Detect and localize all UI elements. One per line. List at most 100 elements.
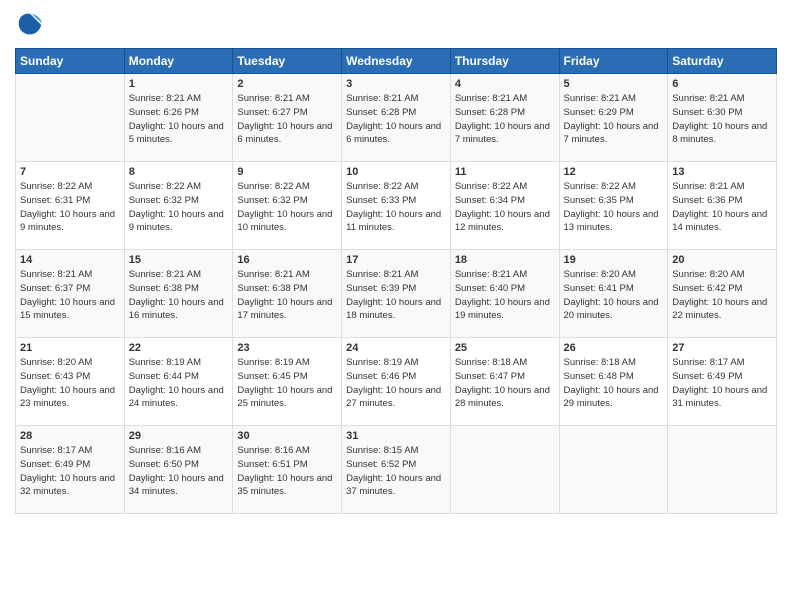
daylight: Daylight: 10 hours and 6 minutes. bbox=[237, 121, 332, 146]
day-info: Sunrise: 8:22 AMSunset: 6:35 PMDaylight:… bbox=[564, 180, 664, 235]
day-info: Sunrise: 8:19 AM Sunset: 6:45 PM Daylight:… bbox=[237, 356, 337, 411]
daylight: Daylight: 10 hours and 20 minutes. bbox=[564, 297, 659, 322]
day-number: 6 bbox=[672, 78, 772, 90]
day-info: Sunrise: 8:21 AMSunset: 6:40 PMDaylight:… bbox=[455, 268, 555, 323]
daylight: Daylight: 10 hours and 9 minutes. bbox=[129, 209, 224, 234]
day-number: 12 bbox=[564, 166, 664, 178]
day-number: 28 bbox=[20, 430, 120, 442]
weekday-header-row: SundayMondayTuesdayWednesdayThursdayFrid… bbox=[16, 49, 777, 74]
sunrise: Sunrise: 8:22 AM bbox=[129, 181, 201, 192]
day-info: Sunrise: 8:20 AMSunset: 6:41 PMDaylight:… bbox=[564, 268, 664, 323]
daylight: Daylight: 10 hours and 25 minutes. bbox=[237, 385, 332, 410]
sunset: Sunset: 6:36 PM bbox=[672, 195, 742, 206]
sunrise: Sunrise: 8:21 AM bbox=[237, 269, 309, 280]
sunset: Sunset: 6:32 PM bbox=[129, 195, 199, 206]
sunset: Sunset: 6:47 PM bbox=[455, 371, 525, 382]
day-number: 16 bbox=[237, 254, 337, 266]
sunset: Sunset: 6:45 PM bbox=[237, 371, 307, 382]
day-info: Sunrise: 8:16 AMSunset: 6:50 PMDaylight:… bbox=[129, 444, 229, 499]
day-info: Sunrise: 8:18 AMSunset: 6:47 PMDaylight:… bbox=[455, 356, 555, 411]
day-info: Sunrise: 8:21 AMSunset: 6:30 PMDaylight:… bbox=[672, 92, 772, 147]
sunrise: Sunrise: 8:22 AM bbox=[20, 181, 92, 192]
weekday-header-friday: Friday bbox=[559, 49, 668, 74]
calendar-cell: 6 Sunrise: 8:21 AMSunset: 6:30 PMDaylight… bbox=[668, 74, 777, 162]
weekday-header-monday: Monday bbox=[124, 49, 233, 74]
sunset: Sunset: 6:48 PM bbox=[564, 371, 634, 382]
sunrise: Sunrise: 8:16 AM bbox=[237, 445, 309, 456]
calendar-cell: 29Sunrise: 8:16 AMSunset: 6:50 PMDayligh… bbox=[124, 426, 233, 514]
sunrise: Sunrise: 8:20 AM bbox=[20, 357, 92, 368]
day-info: Sunrise: 8:17 AMSunset: 6:49 PMDaylight:… bbox=[20, 444, 120, 499]
sunrise: Sunrise: 8:19 AM bbox=[346, 357, 418, 368]
calendar-cell: 18Sunrise: 8:21 AMSunset: 6:40 PMDayligh… bbox=[450, 250, 559, 338]
calendar-cell: 14 Sunrise: 8:21 AMSunset: 6:37 PMDayligh… bbox=[16, 250, 125, 338]
daylight: Daylight: 10 hours and 7 minutes. bbox=[455, 121, 550, 146]
calendar-cell: 28 Sunrise: 8:17 AMSunset: 6:49 PMDayligh… bbox=[16, 426, 125, 514]
day-number: 23 bbox=[237, 342, 337, 354]
sunrise: Sunrise: 8:21 AM bbox=[129, 93, 201, 104]
sunset: Sunset: 6:37 PM bbox=[20, 283, 90, 294]
sunset: Sunset: 6:46 PM bbox=[346, 371, 416, 382]
calendar-week-row: 1 Sunrise: 8:21 AM Sunset: 6:26 PM Daylight… bbox=[16, 74, 777, 162]
sunrise: Sunrise: 8:17 AM bbox=[672, 357, 744, 368]
day-info: Sunrise: 8:21 AMSunset: 6:38 PMDaylight:… bbox=[237, 268, 337, 323]
day-info: Sunrise: 8:22 AMSunset: 6:32 PMDaylight:… bbox=[237, 180, 337, 235]
sunrise: Sunrise: 8:21 AM bbox=[129, 269, 201, 280]
sunset: Sunset: 6:29 PM bbox=[564, 107, 634, 118]
daylight: Daylight: 10 hours and 10 minutes. bbox=[237, 209, 332, 234]
calendar-cell: 20Sunrise: 8:20 AMSunset: 6:42 PMDayligh… bbox=[668, 250, 777, 338]
sunset: Sunset: 6:52 PM bbox=[346, 459, 416, 470]
day-info: Sunrise: 8:21 AMSunset: 6:28 PMDaylight:… bbox=[455, 92, 555, 147]
day-number: 14 bbox=[20, 254, 120, 266]
calendar-cell: 23 Sunrise: 8:19 AM Sunset: 6:45 PM Dayligh… bbox=[233, 338, 342, 426]
weekday-header-saturday: Saturday bbox=[668, 49, 777, 74]
day-info: Sunrise: 8:19 AMSunset: 6:44 PMDaylight:… bbox=[129, 356, 229, 411]
day-number: 31 bbox=[346, 430, 446, 442]
day-number: 5 bbox=[564, 78, 664, 90]
page-container: SundayMondayTuesdayWednesdayThursdayFrid… bbox=[0, 0, 792, 524]
daylight: Daylight: 10 hours and 17 minutes. bbox=[237, 297, 332, 322]
day-info: Sunrise: 8:16 AMSunset: 6:51 PMDaylight:… bbox=[237, 444, 337, 499]
day-info: Sunrise: 8:21 AMSunset: 6:37 PMDaylight:… bbox=[20, 268, 120, 323]
daylight: Daylight: 10 hours and 11 minutes. bbox=[346, 209, 441, 234]
sunrise: Sunrise: 8:22 AM bbox=[346, 181, 418, 192]
logo bbox=[15, 10, 49, 40]
sunrise: Sunrise: 8:21 AM bbox=[346, 269, 418, 280]
day-number: 13 bbox=[672, 166, 772, 178]
calendar-cell: 7Sunrise: 8:22 AMSunset: 6:31 PMDaylight… bbox=[16, 162, 125, 250]
sunset: Sunset: 6:39 PM bbox=[346, 283, 416, 294]
day-number: 10 bbox=[346, 166, 446, 178]
calendar-cell: 24Sunrise: 8:19 AMSunset: 6:46 PMDayligh… bbox=[342, 338, 451, 426]
daylight: Daylight: 10 hours and 18 minutes. bbox=[346, 297, 441, 322]
day-number: 11 bbox=[455, 166, 555, 178]
daylight: Daylight: 10 hours and 15 minutes. bbox=[20, 297, 115, 322]
sunrise: Sunrise: 8:21 AM bbox=[346, 93, 418, 104]
sunset: Sunset: 6:49 PM bbox=[20, 459, 90, 470]
day-info: Sunrise: 8:15 AMSunset: 6:52 PMDaylight:… bbox=[346, 444, 446, 499]
day-number: 7 bbox=[20, 166, 120, 178]
calendar-cell: 8Sunrise: 8:22 AMSunset: 6:32 PMDaylight… bbox=[124, 162, 233, 250]
day-info: Sunrise: 8:19 AMSunset: 6:46 PMDaylight:… bbox=[346, 356, 446, 411]
day-info: Sunrise: 8:21 AM Sunset: 6:39 PM Daylight:… bbox=[346, 268, 446, 323]
calendar-cell: 31 Sunrise: 8:15 AMSunset: 6:52 PMDayligh… bbox=[342, 426, 451, 514]
day-number: 24 bbox=[346, 342, 446, 354]
calendar-cell: 5Sunrise: 8:21 AMSunset: 6:29 PMDaylight… bbox=[559, 74, 668, 162]
daylight: Daylight: 10 hours and 6 minutes. bbox=[346, 121, 441, 146]
calendar-cell: 11Sunrise: 8:22 AMSunset: 6:34 PMDayligh… bbox=[450, 162, 559, 250]
sunrise: Sunrise: 8:20 AM bbox=[564, 269, 636, 280]
calendar-cell: 25 Sunrise: 8:18 AMSunset: 6:47 PMDayligh… bbox=[450, 338, 559, 426]
calendar-cell bbox=[16, 74, 125, 162]
sunrise: Sunrise: 8:21 AM bbox=[455, 93, 527, 104]
daylight: Daylight: 10 hours and 22 minutes. bbox=[672, 297, 767, 322]
day-number: 30 bbox=[237, 430, 337, 442]
sunrise: Sunrise: 8:16 AM bbox=[129, 445, 201, 456]
sunrise: Sunrise: 8:19 AM bbox=[237, 357, 309, 368]
day-number: 26 bbox=[564, 342, 664, 354]
sunset: Sunset: 6:26 PM bbox=[129, 107, 199, 118]
day-number: 25 bbox=[455, 342, 555, 354]
day-number: 1 bbox=[129, 78, 229, 90]
day-info: Sunrise: 8:22 AMSunset: 6:33 PMDaylight:… bbox=[346, 180, 446, 235]
day-info: Sunrise: 8:20 AMSunset: 6:43 PMDaylight:… bbox=[20, 356, 120, 411]
sunset: Sunset: 6:35 PM bbox=[564, 195, 634, 206]
calendar-week-row: 21Sunrise: 8:20 AMSunset: 6:43 PMDayligh… bbox=[16, 338, 777, 426]
